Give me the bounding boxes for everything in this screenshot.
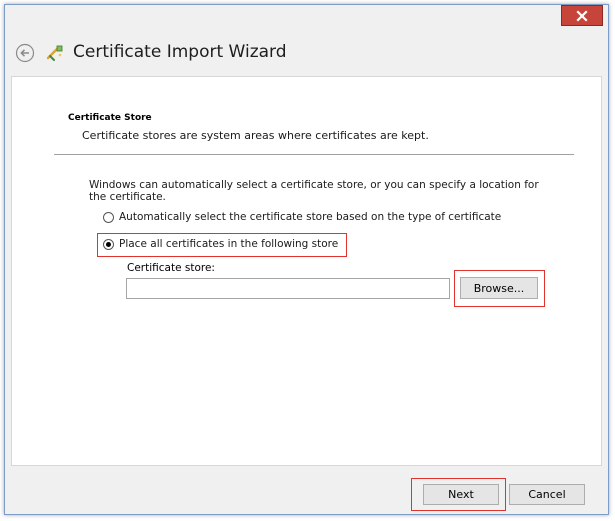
browse-button[interactable]: Browse...: [460, 277, 538, 299]
section-description: Certificate stores are system areas wher…: [82, 129, 429, 142]
next-button[interactable]: Next: [423, 484, 499, 505]
wizard-footer: Next Cancel: [5, 466, 608, 514]
certificate-import-wizard-window: Certificate Import Wizard Certificate St…: [4, 4, 609, 515]
wizard-header: Certificate Import Wizard: [5, 33, 608, 75]
certificate-wizard-icon: [46, 44, 64, 62]
cancel-button[interactable]: Cancel: [509, 484, 585, 505]
radio-place-all-label: Place all certificates in the following …: [119, 238, 339, 250]
info-text: Windows can automatically select a certi…: [89, 179, 539, 203]
wizard-content: Certificate Store Certificate stores are…: [11, 76, 602, 466]
section-title: Certificate Store: [68, 113, 152, 123]
title-bar: [5, 5, 608, 33]
certificate-store-field[interactable]: [126, 278, 450, 299]
back-button[interactable]: [15, 43, 35, 63]
radio-auto-select-circle[interactable]: [103, 211, 114, 223]
wizard-title: Certificate Import Wizard: [73, 42, 287, 62]
close-button[interactable]: [561, 5, 603, 26]
divider: [54, 154, 574, 155]
radio-auto-select[interactable]: Automatically select the certificate sto…: [103, 211, 501, 223]
back-arrow-icon: [15, 43, 35, 63]
close-icon: [576, 9, 588, 22]
radio-place-all-circle[interactable]: [103, 238, 114, 250]
radio-place-all[interactable]: Place all certificates in the following …: [103, 238, 338, 250]
certificate-store-label: Certificate store:: [127, 262, 215, 274]
radio-selected-dot: [106, 241, 111, 247]
radio-auto-select-label: Automatically select the certificate sto…: [119, 211, 502, 223]
